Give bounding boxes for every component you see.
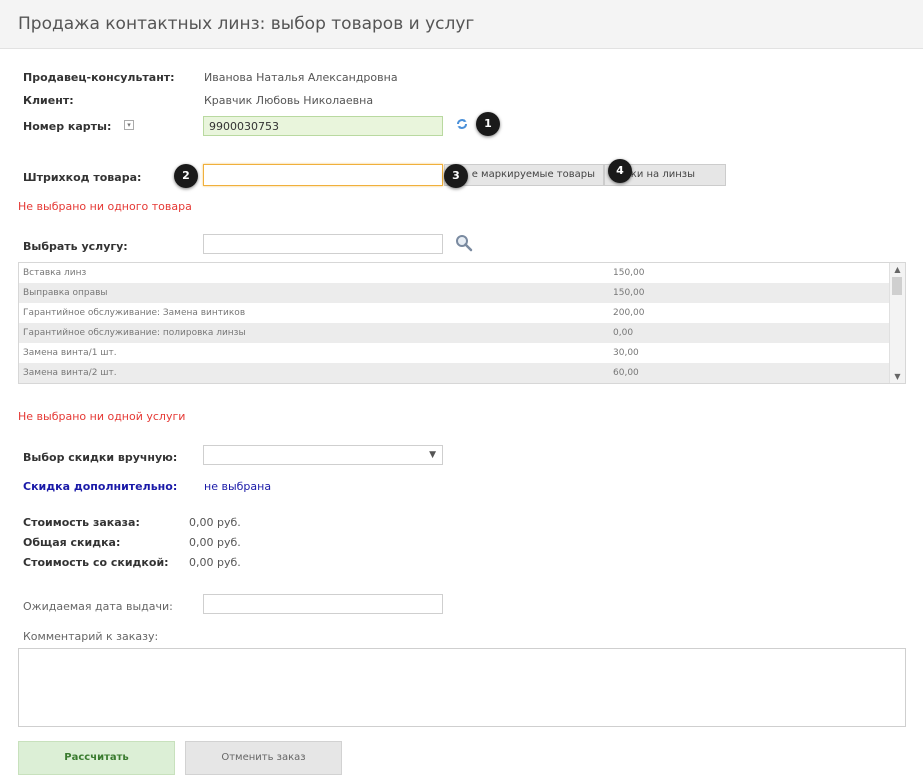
barcode-input[interactable] bbox=[203, 164, 443, 186]
service-row[interactable]: Гарантийное обслуживание: полировка линз… bbox=[19, 323, 905, 343]
total-discount-value: 0,00 руб. bbox=[189, 536, 241, 549]
callout-marker-1: 1 bbox=[476, 112, 500, 136]
service-price: 150,00 bbox=[613, 288, 645, 298]
card-dropdown-icon[interactable]: ▾ bbox=[124, 120, 134, 130]
comment-textarea[interactable] bbox=[18, 648, 906, 727]
total-discount-label: Общая скидка: bbox=[23, 536, 121, 549]
seller-label: Продавец-консультант: bbox=[23, 71, 175, 84]
callout-marker-3: 3 bbox=[444, 164, 468, 188]
discounted-cost-label: Стоимость со скидкой: bbox=[23, 556, 169, 569]
card-label: Номер карты: bbox=[23, 120, 112, 133]
discounted-cost-value: 0,00 руб. bbox=[189, 556, 241, 569]
service-row[interactable]: Выправка оправы 150,00 bbox=[19, 283, 905, 303]
cancel-order-button[interactable]: Отменить заказ bbox=[185, 741, 342, 775]
client-value: Кравчик Любовь Николаевна bbox=[204, 94, 374, 107]
delivery-date-input[interactable] bbox=[203, 594, 443, 614]
service-name: Вставка линз bbox=[23, 268, 87, 278]
barcode-label: Штрихкод товара: bbox=[23, 171, 142, 184]
unmarked-goods-button[interactable]: е маркируемые товары bbox=[444, 164, 604, 186]
comment-label: Комментарий к заказу: bbox=[23, 630, 159, 643]
service-price: 60,00 bbox=[613, 368, 639, 378]
services-table: Вставка линз 150,00 Выправка оправы 150,… bbox=[18, 262, 906, 384]
delivery-date-label: Ожидаемая дата выдачи: bbox=[23, 600, 173, 613]
refresh-icon[interactable] bbox=[455, 117, 469, 131]
service-name: Гарантийное обслуживание: Замена винтико… bbox=[23, 308, 246, 318]
service-name: Замена винта/1 шт. bbox=[23, 348, 117, 358]
table-scrollbar[interactable]: ▲ ▼ bbox=[889, 263, 905, 383]
service-row[interactable]: Вставка линз 150,00 bbox=[19, 263, 905, 283]
service-row[interactable]: Гарантийное обслуживание: Замена винтико… bbox=[19, 303, 905, 323]
seller-value: Иванова Наталья Александровна bbox=[204, 71, 398, 84]
callout-marker-4: 4 bbox=[608, 159, 632, 183]
calculate-button[interactable]: Рассчитать bbox=[18, 741, 175, 775]
service-name: Замена винта/2 шт. bbox=[23, 368, 117, 378]
extra-discount-label: Скидка дополнительно: bbox=[23, 480, 178, 493]
services-error-message: Не выбрано ни одной услуги bbox=[18, 410, 186, 423]
scroll-down-icon[interactable]: ▼ bbox=[890, 372, 905, 381]
extra-discount-value[interactable]: не выбрана bbox=[204, 480, 271, 493]
card-number-input[interactable] bbox=[203, 116, 443, 136]
client-label: Клиент: bbox=[23, 94, 74, 107]
manual-discount-select[interactable]: ▼ bbox=[203, 445, 443, 465]
service-label: Выбрать услугу: bbox=[23, 240, 128, 253]
goods-error-message: Не выбрано ни одного товара bbox=[18, 200, 192, 213]
service-name: Гарантийное обслуживание: полировка линз… bbox=[23, 328, 246, 338]
service-row[interactable]: Замена винта/2 шт. 60,00 bbox=[19, 363, 905, 383]
service-price: 0,00 bbox=[613, 328, 634, 338]
page-title: Продажа контактных линз: выбор товаров и… bbox=[18, 14, 475, 34]
service-price: 200,00 bbox=[613, 308, 645, 318]
order-cost-value: 0,00 руб. bbox=[189, 516, 241, 529]
chevron-down-icon: ▼ bbox=[429, 450, 436, 460]
service-price: 150,00 bbox=[613, 268, 645, 278]
callout-marker-2: 2 bbox=[174, 164, 198, 188]
scroll-up-icon[interactable]: ▲ bbox=[890, 265, 905, 274]
service-price: 30,00 bbox=[613, 348, 639, 358]
service-search-input[interactable] bbox=[203, 234, 443, 254]
scrollbar-thumb[interactable] bbox=[892, 277, 902, 295]
manual-discount-label: Выбор скидки вручную: bbox=[23, 451, 178, 464]
service-name: Выправка оправы bbox=[23, 288, 108, 298]
order-cost-label: Стоимость заказа: bbox=[23, 516, 140, 529]
service-row[interactable]: Замена винта/1 шт. 30,00 bbox=[19, 343, 905, 363]
search-icon[interactable] bbox=[455, 234, 473, 252]
